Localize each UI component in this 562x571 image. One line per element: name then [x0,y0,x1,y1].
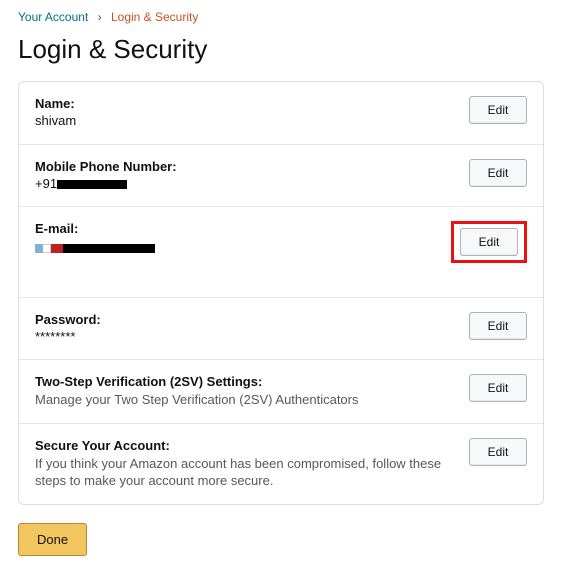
row-phone: Mobile Phone Number: +91 Edit [19,144,543,206]
edit-secure-button[interactable]: Edit [469,438,527,466]
row-email: E-mail: Edit [19,206,543,297]
email-value-redacted [35,244,155,253]
phone-label: Mobile Phone Number: [35,159,455,174]
edit-password-button[interactable]: Edit [469,312,527,340]
name-label: Name: [35,96,455,111]
breadcrumb-account-link[interactable]: Your Account [18,10,88,24]
row-password: Password: ******** Edit [19,297,543,359]
breadcrumb-current: Login & Security [111,10,198,24]
phone-value: +91 [35,176,455,191]
tsv-desc: Manage your Two Step Verification (2SV) … [35,391,455,409]
name-value: shivam [35,113,455,128]
breadcrumb: Your Account › Login & Security [18,10,544,24]
edit-email-button[interactable]: Edit [460,228,518,256]
password-value: ******** [35,329,455,344]
tsv-label: Two-Step Verification (2SV) Settings: [35,374,455,389]
edit-name-button[interactable]: Edit [469,96,527,124]
secure-label: Secure Your Account: [35,438,455,453]
breadcrumb-separator: › [98,10,102,24]
password-label: Password: [35,312,455,327]
phone-prefix: +91 [35,176,57,191]
email-edit-highlight: Edit [451,221,527,263]
row-secure: Secure Your Account: If you think your A… [19,423,543,504]
done-button[interactable]: Done [18,523,87,556]
secure-desc: If you think your Amazon account has bee… [35,455,455,490]
settings-panel: Name: shivam Edit Mobile Phone Number: +… [18,81,544,505]
edit-tsv-button[interactable]: Edit [469,374,527,402]
phone-redacted [57,180,127,189]
row-name: Name: shivam Edit [19,82,543,144]
page-title: Login & Security [18,34,544,65]
edit-phone-button[interactable]: Edit [469,159,527,187]
email-label: E-mail: [35,221,437,236]
row-tsv: Two-Step Verification (2SV) Settings: Ma… [19,359,543,423]
